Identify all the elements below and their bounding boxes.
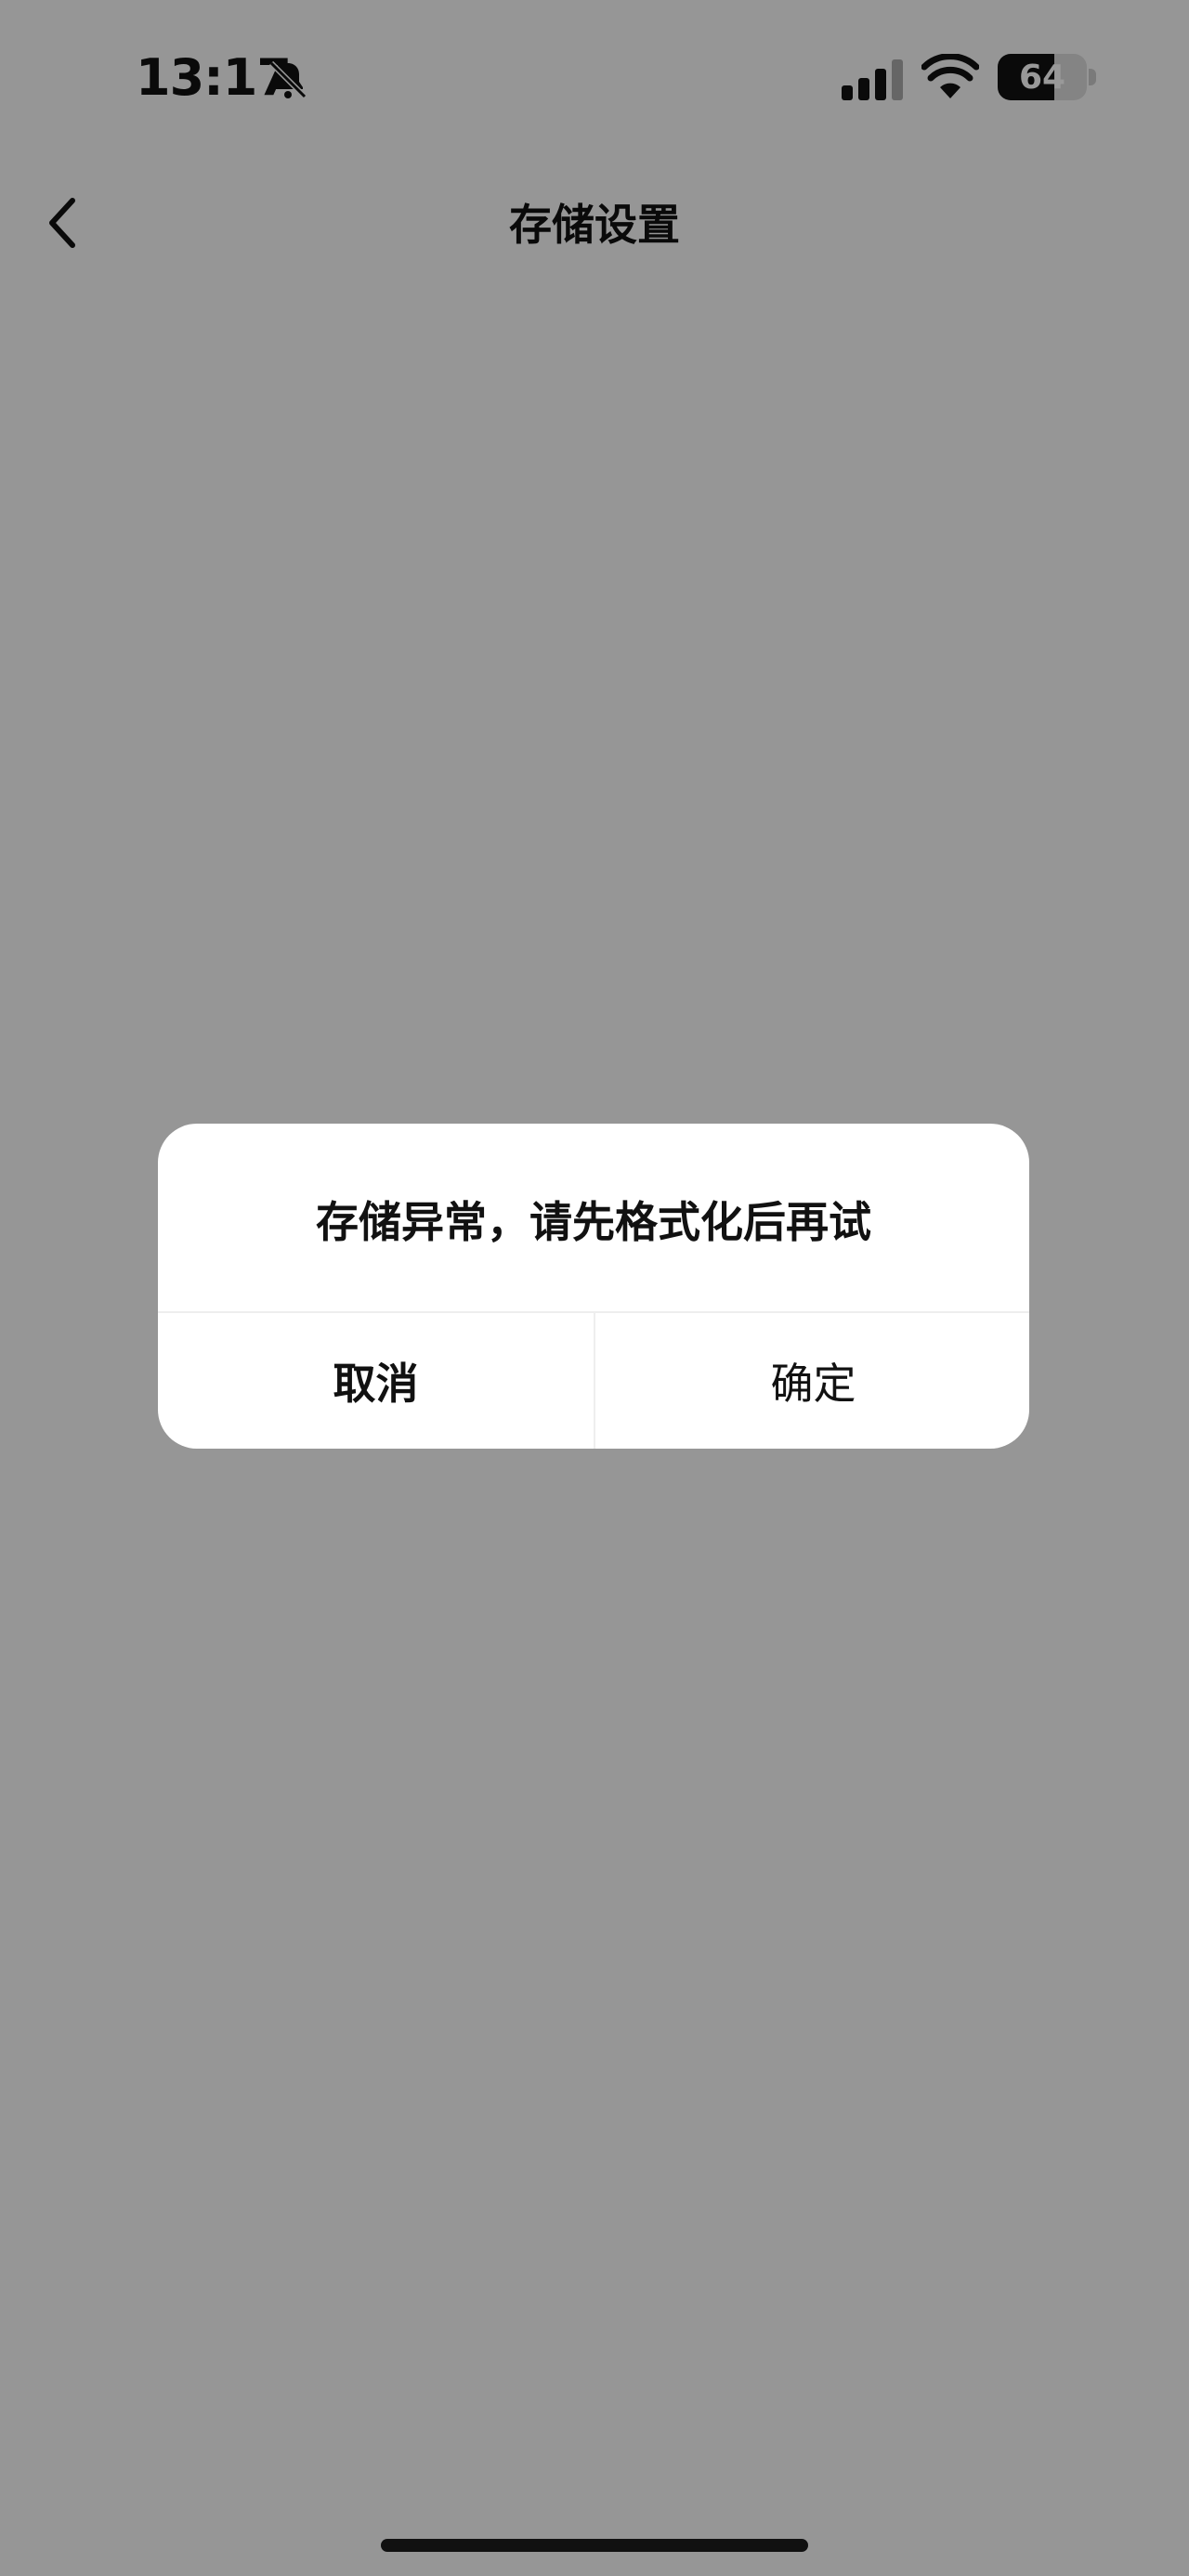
cancel-button[interactable]: 取消 <box>158 1313 594 1449</box>
dialog-message: 存储异常，请先格式化后再试 <box>316 1197 871 1247</box>
storage-error-dialog: 存储异常，请先格式化后再试 取消 确定 <box>158 1124 1029 1449</box>
home-indicator[interactable] <box>381 2539 808 2552</box>
confirm-button[interactable]: 确定 <box>595 1313 1029 1449</box>
